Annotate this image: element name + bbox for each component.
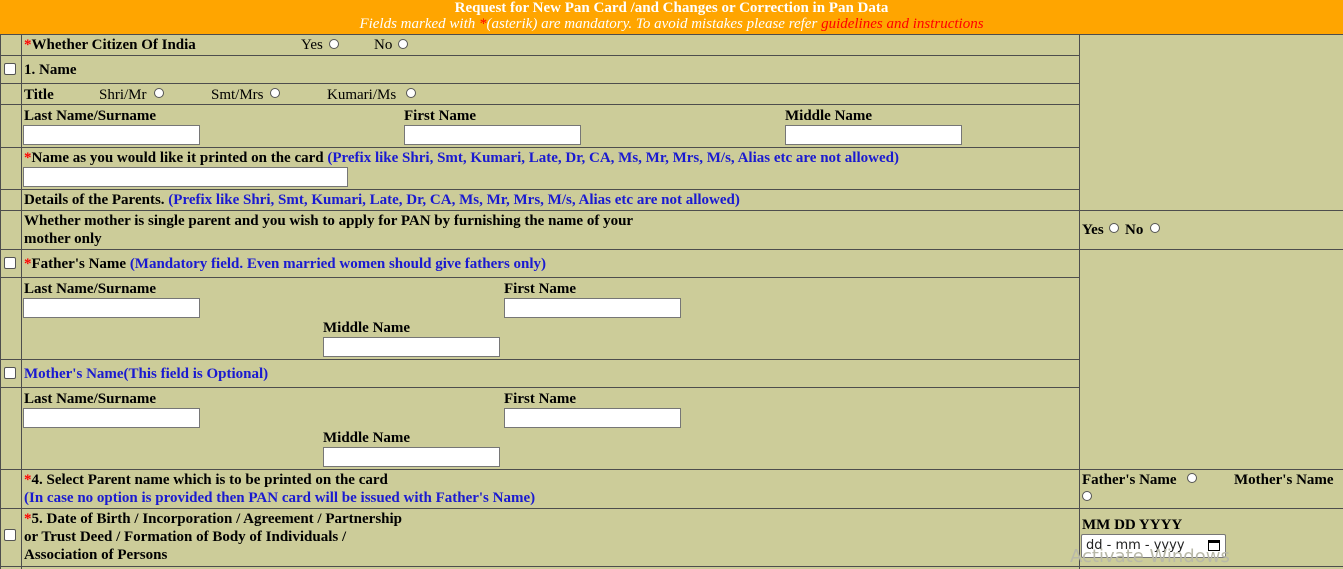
- parent-select-label: *4. Select Parent name which is to be pr…: [24, 471, 388, 489]
- title-label: Title: [24, 87, 54, 103]
- first-name-input[interactable]: [404, 125, 581, 145]
- mother-middle-name-label: Middle Name: [323, 430, 411, 446]
- activate-windows-watermark: Activate Windows: [1070, 546, 1230, 567]
- last-name-input[interactable]: [23, 125, 200, 145]
- mother-middle-name-input[interactable]: [323, 447, 500, 467]
- dob-label-line3: Association of Persons: [24, 547, 168, 563]
- mother-last-name-label: Last Name/Surname: [24, 391, 157, 407]
- parents-details-label: Details of the Parents. (Prefix like Shr…: [24, 191, 740, 209]
- printed-name-input[interactable]: [23, 167, 348, 187]
- row-divider: [0, 83, 1080, 84]
- title-shri-radio[interactable]: [154, 88, 164, 98]
- dob-format-label: MM DD YYYY: [1082, 517, 1183, 533]
- parents-note: (Prefix like Shri, Smt, Kumari, Late, Dr…: [168, 192, 740, 208]
- printed-name-label-text: Name as you would like it printed on the…: [31, 150, 328, 166]
- father-section-label: *Father's Name (Mandatory field. Even ma…: [24, 255, 546, 273]
- single-parent-line1: Whether mother is single parent and you …: [24, 213, 634, 229]
- dob-label-line2: or Trust Deed / Formation of Body of Ind…: [24, 529, 347, 545]
- form-subtitle: Fields marked with *(asterik) are mandat…: [0, 16, 1343, 32]
- row-divider: [0, 210, 1343, 211]
- row-divider: [0, 508, 1343, 509]
- mandatory-star: *: [24, 150, 32, 166]
- mandatory-star: *: [24, 256, 32, 272]
- single-parent-line2: mother only: [24, 231, 102, 247]
- mother-section-label: Mother's Name(This field is Optional): [24, 366, 269, 382]
- father-last-name-label: Last Name/Surname: [24, 281, 157, 297]
- father-first-name-input[interactable]: [504, 298, 681, 318]
- father-middle-name-label: Middle Name: [323, 320, 411, 336]
- dob-section-checkbox[interactable]: [4, 529, 16, 541]
- name-section-label: 1. Name: [24, 62, 77, 78]
- parent-select-label-text: 4. Select Parent name which is to be pri…: [31, 472, 388, 488]
- citizen-label-text: Whether Citizen Of India: [31, 37, 196, 53]
- row-divider: [0, 277, 1080, 278]
- parent-mother-label: Mother's Name: [1234, 472, 1334, 488]
- title-smt-radio[interactable]: [270, 88, 280, 98]
- mother-section-checkbox[interactable]: [4, 367, 16, 379]
- mandatory-star: *: [479, 16, 487, 32]
- title-kumari-radio[interactable]: [406, 88, 416, 98]
- subtitle-text-2: (asterik) are mandatory. To avoid mistak…: [486, 16, 822, 32]
- printed-name-label: *Name as you would like it printed on th…: [24, 149, 899, 167]
- right-column-divider: [1079, 34, 1080, 569]
- father-label-text: Father's Name: [31, 256, 130, 272]
- citizen-yes-radio[interactable]: [329, 39, 339, 49]
- row-divider: [0, 359, 1080, 360]
- parent-mother-radio[interactable]: [1082, 491, 1092, 501]
- single-parent-yes-label: Yes: [1082, 222, 1104, 238]
- mandatory-star: *: [24, 472, 32, 488]
- middle-name-label: Middle Name: [785, 108, 873, 124]
- mother-first-name-label: First Name: [504, 391, 577, 407]
- table-border-left: [0, 34, 1, 569]
- citizen-no-radio[interactable]: [398, 39, 408, 49]
- form-header: Request for New Pan Card /and Changes or…: [0, 0, 1343, 34]
- row-divider: [0, 34, 1343, 35]
- first-name-label: First Name: [404, 108, 477, 124]
- mandatory-star: *: [24, 37, 32, 53]
- father-note: (Mandatory field. Even married women sho…: [129, 256, 547, 272]
- father-last-name-input[interactable]: [23, 298, 200, 318]
- citizen-yes-label: Yes: [301, 37, 323, 53]
- citizen-label: *Whether Citizen Of India: [24, 36, 196, 54]
- parent-father-radio[interactable]: [1187, 473, 1197, 483]
- mandatory-star: *: [24, 511, 32, 527]
- dob-line1-text: 5. Date of Birth / Incorporation / Agree…: [31, 511, 403, 527]
- row-divider: [0, 104, 1080, 105]
- subtitle-text: Fields marked with: [359, 16, 480, 32]
- name-section-checkbox[interactable]: [4, 63, 16, 75]
- father-first-name-label: First Name: [504, 281, 577, 297]
- single-parent-yes-radio[interactable]: [1109, 223, 1119, 233]
- title-smt-label: Smt/Mrs: [211, 87, 264, 103]
- father-section-checkbox[interactable]: [4, 257, 16, 269]
- last-name-label: Last Name/Surname: [24, 108, 157, 124]
- row-divider: [0, 55, 1080, 56]
- parents-label-text: Details of the Parents.: [24, 192, 169, 208]
- title-shri-label: Shri/Mr: [99, 87, 147, 103]
- middle-name-input[interactable]: [785, 125, 962, 145]
- father-middle-name-input[interactable]: [323, 337, 500, 357]
- citizen-no-label: No: [374, 37, 393, 53]
- row-divider: [0, 469, 1343, 470]
- single-parent-no-radio[interactable]: [1150, 223, 1160, 233]
- mother-last-name-input[interactable]: [23, 408, 200, 428]
- printed-name-note: (Prefix like Shri, Smt, Kumari, Late, Dr…: [327, 150, 899, 166]
- parent-select-note: (In case no option is provided then PAN …: [24, 490, 536, 506]
- guidelines-link[interactable]: guidelines and instructions: [821, 16, 984, 32]
- row-divider: [0, 387, 1080, 388]
- row-divider: [0, 249, 1343, 250]
- form-title: Request for New Pan Card /and Changes or…: [454, 0, 889, 16]
- checkbox-column-divider: [21, 34, 22, 569]
- row-divider: [0, 189, 1080, 190]
- mother-first-name-input[interactable]: [504, 408, 681, 428]
- row-divider: [0, 147, 1080, 148]
- title-kumari-label: Kumari/Ms: [327, 87, 397, 103]
- parent-father-label: Father's Name: [1082, 472, 1177, 488]
- dob-label-line1: *5. Date of Birth / Incorporation / Agre…: [24, 510, 402, 528]
- single-parent-no-label: No: [1125, 222, 1144, 238]
